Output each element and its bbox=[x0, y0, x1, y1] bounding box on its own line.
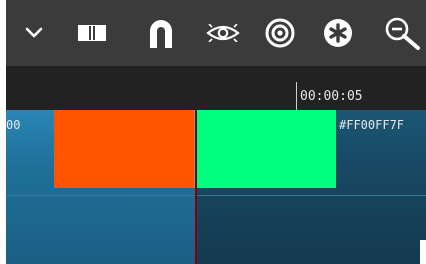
clip-left-label: 00 bbox=[6, 118, 21, 132]
chevron-down-icon[interactable] bbox=[22, 0, 46, 66]
text-cursor bbox=[420, 240, 426, 264]
video-track[interactable]: 00 #FF00FF7F bbox=[6, 110, 426, 264]
ruler-timecode: 00:00:05 bbox=[300, 89, 363, 104]
eye-icon[interactable] bbox=[205, 0, 241, 66]
timeline-editor: 00:00:05 00 #FF00FF7F bbox=[6, 0, 426, 264]
magnet-icon[interactable] bbox=[146, 0, 176, 66]
color-clip-green[interactable] bbox=[197, 110, 336, 188]
timeline-toolbar bbox=[6, 0, 426, 66]
track-divider bbox=[6, 195, 426, 196]
timeline-ruler[interactable]: 00:00:05 bbox=[6, 66, 426, 110]
zoom-out-icon[interactable] bbox=[384, 0, 426, 66]
clip-right-label: #FF00FF7F bbox=[339, 118, 405, 132]
target-icon[interactable] bbox=[264, 0, 296, 66]
ruler-tick bbox=[296, 82, 297, 110]
playhead[interactable] bbox=[195, 110, 197, 264]
film-strip-icon[interactable] bbox=[76, 0, 108, 66]
color-clip-orange[interactable] bbox=[54, 110, 194, 188]
asterisk-icon[interactable] bbox=[322, 0, 354, 66]
